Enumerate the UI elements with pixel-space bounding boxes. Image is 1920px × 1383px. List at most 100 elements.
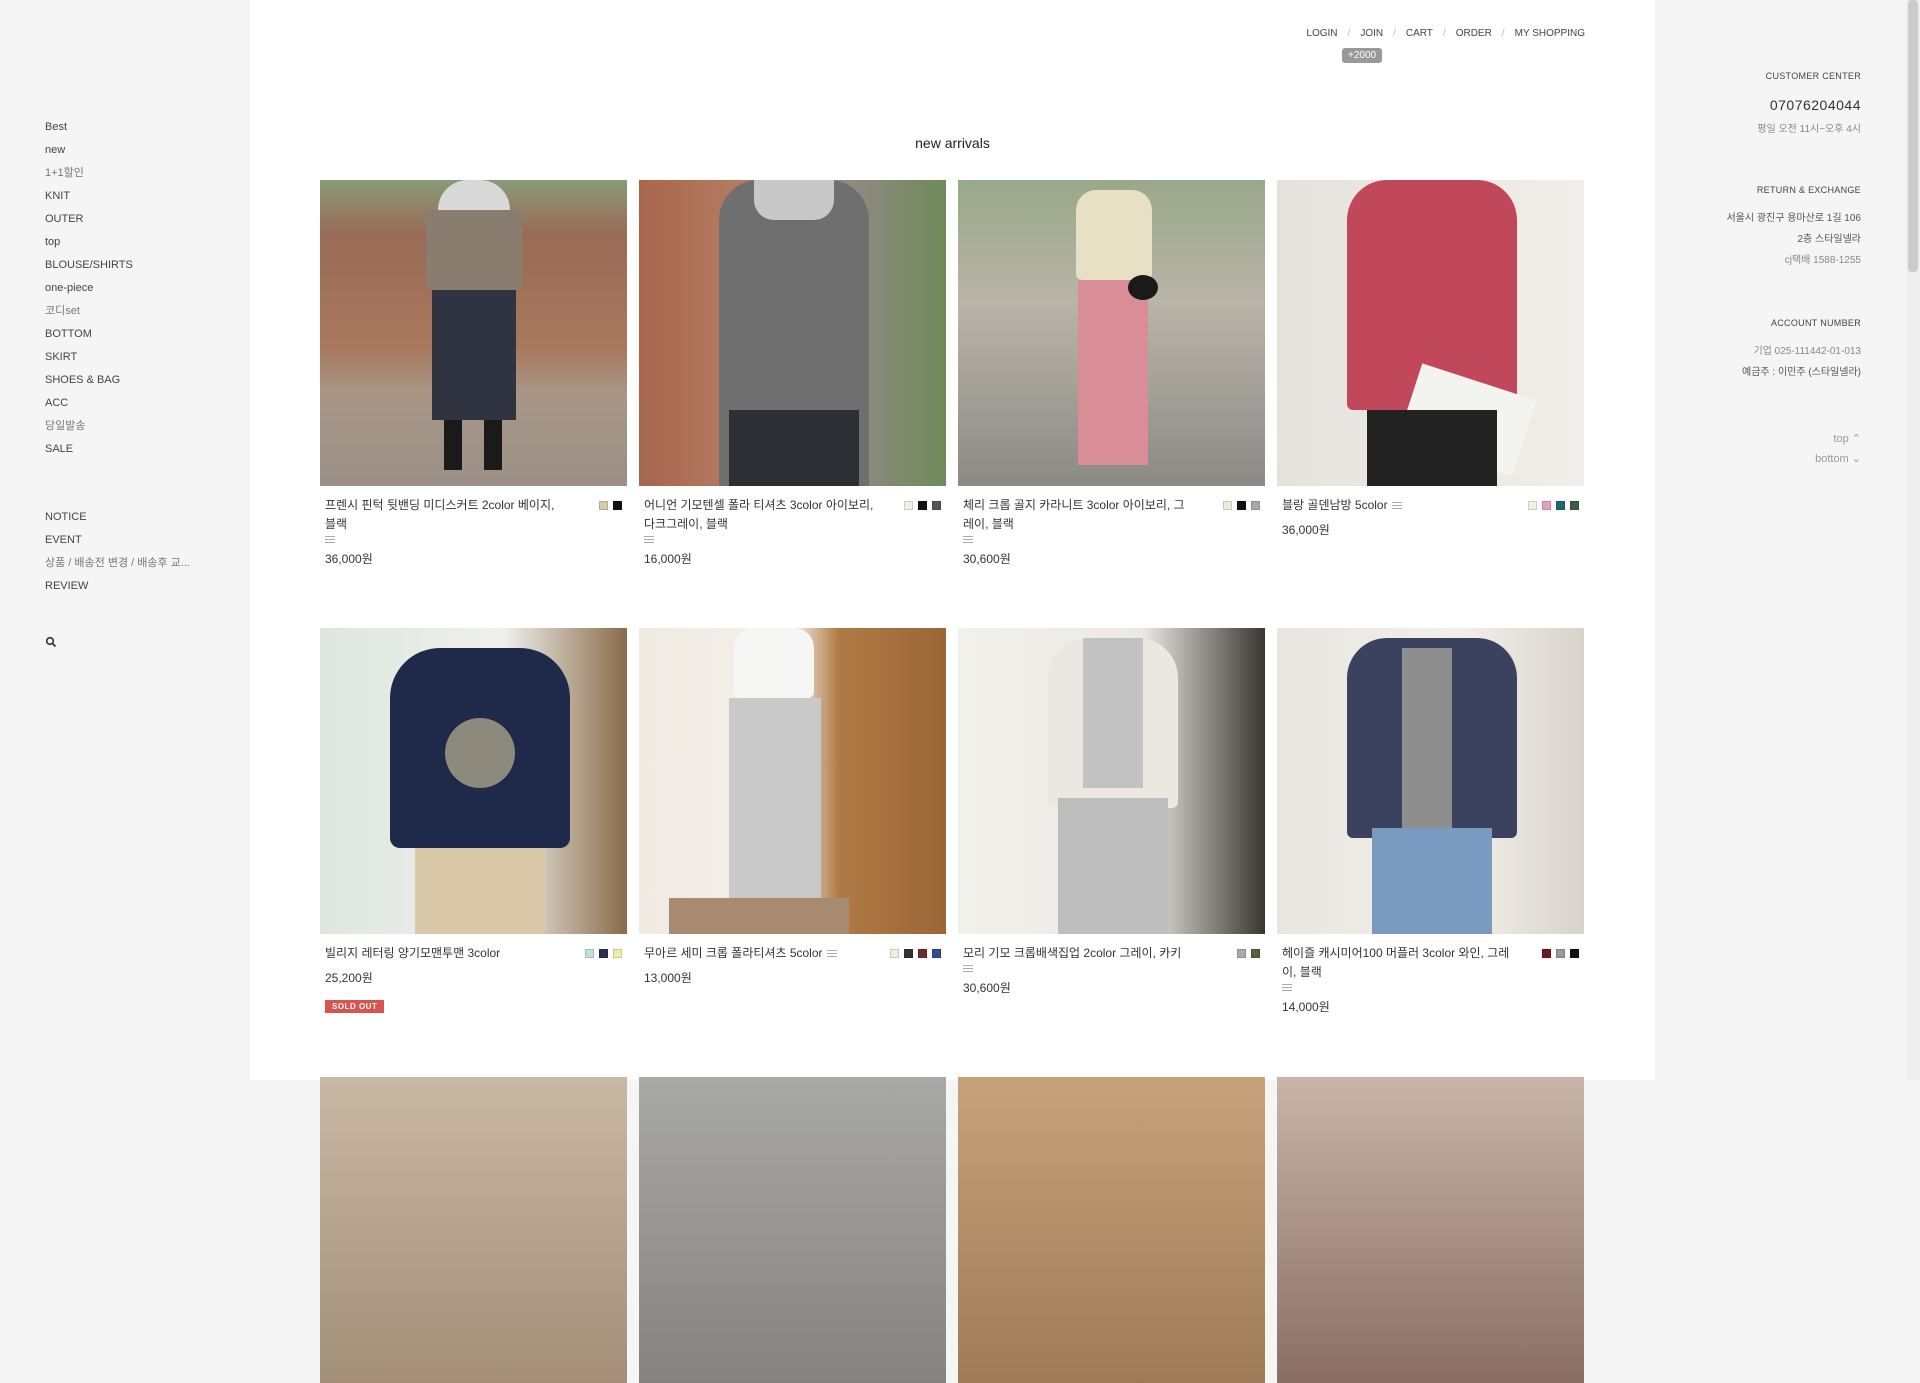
product-image[interactable] [320, 1077, 627, 1383]
category-one-piece[interactable]: one-piece [45, 281, 133, 304]
product-price: 36,000원 [325, 552, 373, 566]
main-content: LOGIN / JOIN / CART / ORDER / MY SHOPPIN… [250, 0, 1655, 1383]
board-exchange[interactable]: 상품 / 배송전 변경 / 배송후 교... [45, 556, 190, 579]
category-top[interactable]: top [45, 235, 133, 258]
category-codi-set[interactable]: 코디set [45, 304, 133, 327]
product-info: 빌리지 레터링 양기모맨투맨 3color 25,200원 SOLD OUT [320, 934, 627, 1014]
board-notice[interactable]: NOTICE [45, 510, 190, 533]
product-image[interactable] [1277, 628, 1584, 934]
list-icon[interactable] [963, 536, 973, 544]
nav-separator: / [1393, 28, 1396, 39]
join-reward-badge: +2000 [1342, 48, 1383, 63]
product-card[interactable] [639, 1077, 946, 1383]
color-swatches [1223, 501, 1260, 510]
scrollbar-thumb[interactable] [1908, 0, 1918, 272]
product-card[interactable]: 체리 크롭 골지 카라니트 3color 아이보리, 그레이, 블랙 30,60… [958, 180, 1265, 567]
product-price: 16,000원 [644, 552, 692, 566]
product-card[interactable] [958, 1077, 1265, 1383]
order-link[interactable]: ORDER [1456, 28, 1492, 39]
product-card[interactable]: 빌리지 레터링 양기모맨투맨 3color 25,200원 SOLD OUT [320, 628, 627, 1014]
scroll-bottom-link[interactable]: bottom ⌄ [1815, 452, 1861, 465]
list-icon[interactable] [826, 949, 837, 958]
product-image[interactable] [1277, 1077, 1584, 1383]
product-image[interactable] [958, 1077, 1265, 1383]
product-name[interactable]: 프렌시 핀턱 뒷밴딩 미디스커트 2color 베이지,블랙 [325, 496, 555, 544]
my-shopping-link[interactable]: MY SHOPPING [1515, 28, 1585, 39]
category-knit[interactable]: KNIT [45, 189, 133, 212]
list-icon[interactable] [963, 965, 973, 973]
category-best[interactable]: Best [45, 120, 133, 143]
list-icon[interactable] [644, 536, 654, 544]
category-1plus1[interactable]: 1+1할인 [45, 166, 133, 189]
join-link[interactable]: JOIN [1360, 28, 1383, 39]
product-card[interactable]: 헤이즐 캐시미어100 머플러 3color 와인, 그레이, 블랙 14,00… [1277, 628, 1584, 1015]
color-swatch [890, 949, 899, 958]
product-image[interactable] [639, 628, 946, 934]
return-address-line1: 서울시 광진구 용마산로 1길 106 [1726, 213, 1861, 224]
product-image[interactable] [639, 180, 946, 486]
product-card[interactable]: 어니언 기모텐셀 폴라 티셔츠 3color 아이보리, 다크그레이, 블랙 1… [639, 180, 946, 567]
color-swatches [1542, 949, 1579, 958]
left-sidebar: Best new 1+1할인 KNIT OUTER top BLOUSE/SHI… [0, 0, 250, 1080]
product-image[interactable] [320, 180, 627, 486]
list-icon[interactable] [1391, 501, 1402, 510]
sold-out-badge: SOLD OUT [325, 1000, 385, 1013]
top-navigation: LOGIN / JOIN / CART / ORDER / MY SHOPPIN… [1306, 28, 1585, 39]
return-exchange-title: RETURN & EXCHANGE [1756, 185, 1861, 195]
product-image[interactable] [958, 628, 1265, 934]
category-outer[interactable]: OUTER [45, 212, 133, 235]
board-menu: NOTICE EVENT 상품 / 배송전 변경 / 배송후 교... REVI… [45, 510, 190, 602]
color-swatch [1237, 949, 1246, 958]
product-name[interactable]: 어니언 기모텐셀 폴라 티셔츠 3color 아이보리, 다크그레이, 블랙 [644, 496, 874, 544]
product-name[interactable]: 모리 기모 크롭배색집업 2color 그레이, 카키 [963, 944, 1193, 973]
product-image[interactable] [639, 1077, 946, 1383]
return-address-line2: 2층 스타일넬라 [1797, 234, 1861, 245]
product-name[interactable]: 헤이즐 캐시미어100 머플러 3color 와인, 그레이, 블랙 [1282, 944, 1512, 992]
product-image[interactable] [958, 180, 1265, 486]
color-swatches [890, 949, 941, 958]
product-image[interactable] [1277, 180, 1584, 486]
product-card[interactable]: 블랑 골덴남방 5color 36,000원 [1277, 180, 1584, 538]
nav-separator: / [1442, 28, 1446, 39]
scroll-top-link[interactable]: top ⌃ [1833, 432, 1861, 445]
color-swatch [918, 501, 927, 510]
color-swatch [1556, 501, 1565, 510]
product-card[interactable]: 무아르 세미 크롭 폴라티셔츠 5color 13,000원 [639, 628, 946, 986]
board-review[interactable]: REVIEW [45, 579, 190, 602]
board-event[interactable]: EVENT [45, 533, 190, 556]
product-card[interactable]: 모리 기모 크롭배색집업 2color 그레이, 카키 30,600원 [958, 628, 1265, 996]
color-swatch [932, 501, 941, 510]
category-same-day[interactable]: 당일발송 [45, 419, 133, 442]
category-bottom[interactable]: BOTTOM [45, 327, 133, 350]
cart-link[interactable]: CART [1406, 28, 1433, 39]
nav-separator: / [1347, 28, 1351, 39]
product-name[interactable]: 빌리지 레터링 양기모맨투맨 3color [325, 944, 555, 963]
product-name[interactable]: 체리 크롭 골지 카라니트 3color 아이보리, 그레이, 블랙 [963, 496, 1193, 544]
color-swatch [1542, 949, 1551, 958]
color-swatches [585, 949, 622, 958]
product-name[interactable]: 블랑 골덴남방 5color [1282, 496, 1512, 515]
search-icon[interactable] [45, 636, 65, 656]
product-card[interactable]: 프렌시 핀턱 뒷밴딩 미디스커트 2color 베이지,블랙 36,000원 [320, 180, 627, 567]
list-icon[interactable] [325, 536, 335, 544]
product-card[interactable] [320, 1077, 627, 1383]
color-swatch [1251, 501, 1260, 510]
product-card[interactable] [1277, 1077, 1584, 1383]
list-icon[interactable] [1282, 984, 1292, 992]
login-link[interactable]: LOGIN [1306, 28, 1337, 39]
color-swatch [613, 949, 622, 958]
product-name[interactable]: 무아르 세미 크롭 폴라티셔츠 5color [644, 944, 874, 963]
color-swatch [1223, 501, 1232, 510]
color-swatch [1556, 949, 1565, 958]
product-image[interactable] [320, 628, 627, 934]
category-new[interactable]: new [45, 143, 133, 166]
product-info: 무아르 세미 크롭 폴라티셔츠 5color 13,000원 [639, 934, 946, 986]
customer-center-title: CUSTOMER CENTER [1765, 71, 1861, 81]
category-blouse-shirts[interactable]: BLOUSE/SHIRTS [45, 258, 133, 281]
category-skirt[interactable]: SKIRT [45, 350, 133, 373]
page-scrollbar[interactable] [1906, 0, 1920, 1080]
category-acc[interactable]: ACC [45, 396, 133, 419]
product-info: 헤이즐 캐시미어100 머플러 3color 와인, 그레이, 블랙 14,00… [1277, 934, 1584, 1015]
category-sale[interactable]: SALE [45, 442, 133, 465]
category-shoes-bag[interactable]: SHOES & BAG [45, 373, 133, 396]
